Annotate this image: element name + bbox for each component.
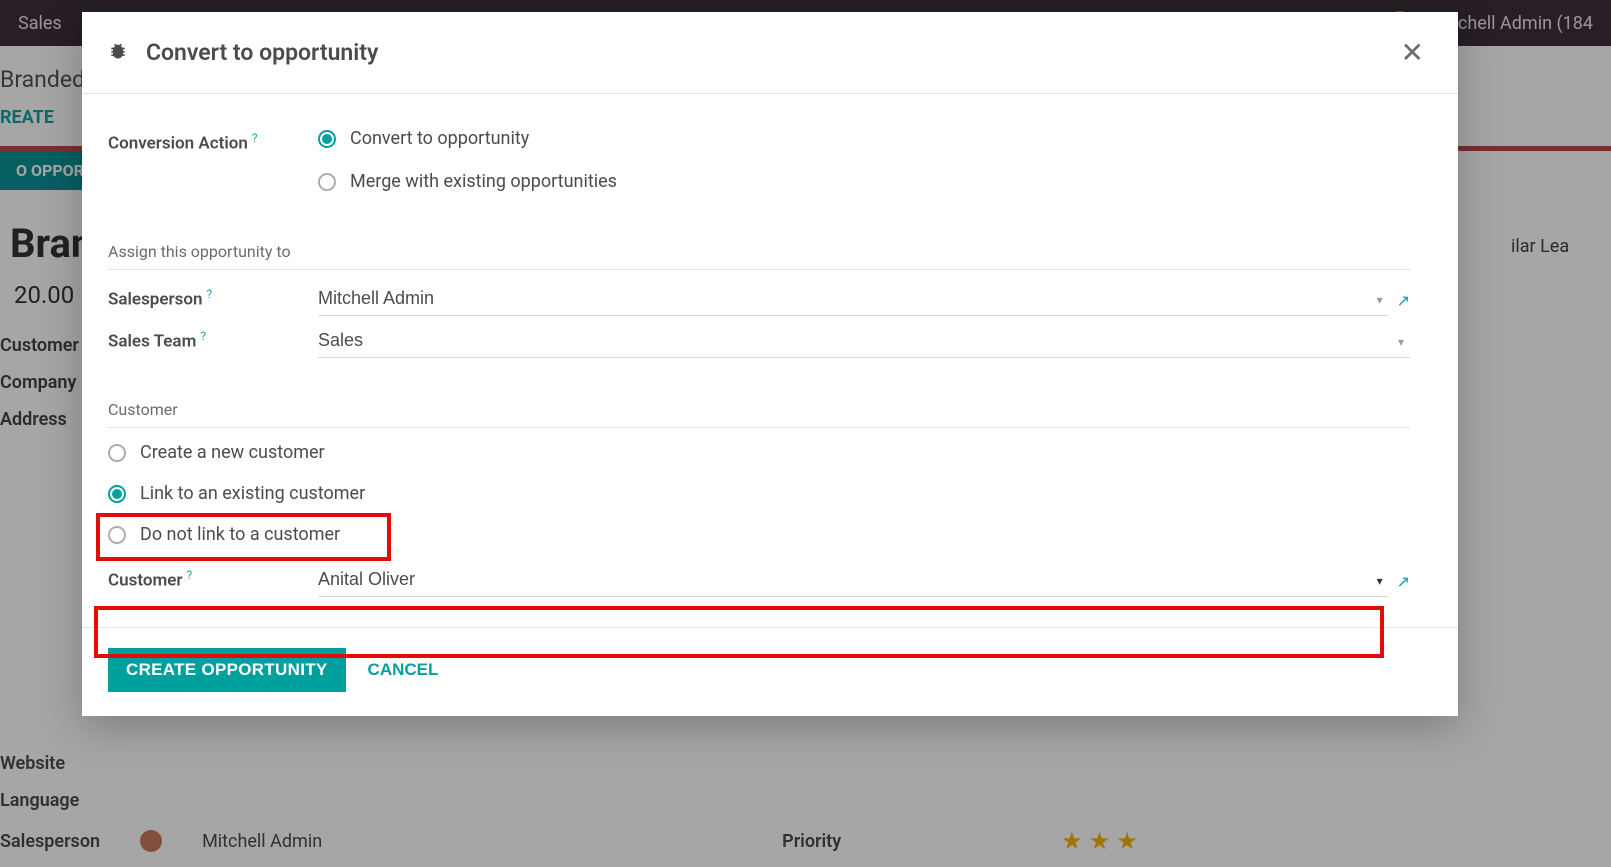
chevron-down-icon[interactable]: ▾ <box>1392 335 1410 349</box>
label-salesperson-bg: Salesperson <box>0 831 100 852</box>
label-customer-field: Customer <box>108 570 183 590</box>
radio-icon[interactable] <box>108 444 126 462</box>
radio-label-create-customer: Create a new customer <box>140 442 325 463</box>
radio-icon[interactable] <box>318 130 336 148</box>
radio-create-customer[interactable]: Create a new customer <box>108 442 1410 463</box>
sidecard-similar-leads[interactable]: ilar Lea <box>1511 236 1611 257</box>
radio-icon[interactable] <box>108 526 126 544</box>
help-icon[interactable]: ? <box>207 287 213 301</box>
radio-label-no-link: Do not link to a customer <box>140 524 340 545</box>
convert-modal: Convert to opportunity ✕ Conversion Acti… <box>82 12 1458 716</box>
radio-icon[interactable] <box>108 485 126 503</box>
radio-label-link-customer: Link to an existing customer <box>140 483 365 504</box>
label-conversion-action: Conversion Action <box>108 133 248 153</box>
label-language: Language <box>0 790 1144 811</box>
bug-icon[interactable] <box>108 41 128 65</box>
label-priority: Priority <box>782 831 841 852</box>
radio-label-merge: Merge with existing opportunities <box>350 171 617 192</box>
radio-label-convert: Convert to opportunity <box>350 128 529 149</box>
sales-team-input[interactable] <box>318 326 1384 357</box>
close-icon[interactable]: ✕ <box>1401 36 1424 69</box>
modal-title: Convert to opportunity <box>146 39 378 66</box>
help-icon[interactable]: ? <box>200 329 206 343</box>
create-opportunity-button[interactable]: CREATE OPPORTUNITY <box>108 648 346 692</box>
label-salesperson: Salesperson <box>108 289 203 309</box>
radio-convert[interactable]: Convert to opportunity <box>318 128 1410 149</box>
label-website: Website <box>0 753 1144 774</box>
modal-header: Convert to opportunity ✕ <box>82 12 1458 94</box>
help-icon[interactable]: ? <box>252 131 258 145</box>
external-link-icon[interactable]: ↗ <box>1397 291 1410 310</box>
section-customer-title: Customer <box>108 400 1410 419</box>
radio-no-link-customer[interactable]: Do not link to a customer <box>108 524 1410 545</box>
radio-merge[interactable]: Merge with existing opportunities <box>318 171 1410 192</box>
radio-link-customer[interactable]: Link to an existing customer <box>108 483 1410 504</box>
avatar <box>140 830 162 852</box>
nav-sales[interactable]: Sales <box>18 13 62 34</box>
salesperson-value-bg: Mitchell Admin <box>202 831 322 852</box>
chevron-down-icon[interactable]: ▾ <box>1371 293 1389 307</box>
modal-footer: CREATE OPPORTUNITY CANCEL <box>82 627 1458 716</box>
cancel-button[interactable]: CANCEL <box>368 660 439 680</box>
chevron-down-icon[interactable]: ▾ <box>1371 574 1389 588</box>
label-sales-team: Sales Team <box>108 331 196 351</box>
salesperson-input[interactable] <box>318 284 1363 315</box>
external-link-icon[interactable]: ↗ <box>1397 572 1410 591</box>
customer-input[interactable] <box>318 565 1363 596</box>
priority-stars[interactable]: ★★★ <box>1061 827 1144 855</box>
help-icon[interactable]: ? <box>187 568 193 582</box>
radio-icon[interactable] <box>318 173 336 191</box>
section-assign-title: Assign this opportunity to <box>108 242 1410 261</box>
